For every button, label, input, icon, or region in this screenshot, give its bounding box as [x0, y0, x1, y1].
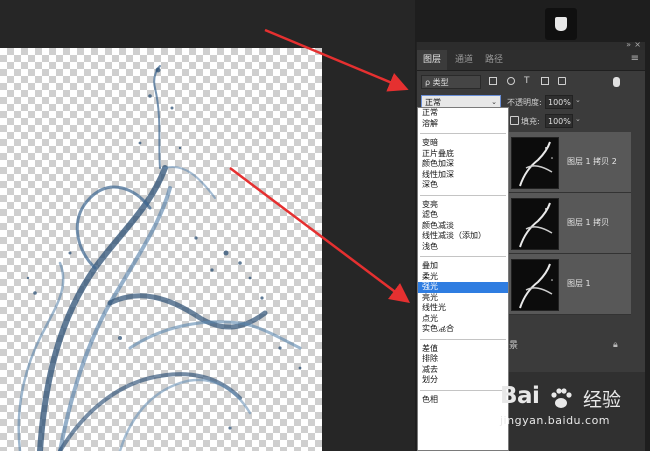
baidu-logo-suffix: 经验	[583, 389, 622, 411]
baidu-logo-text: Bai	[500, 383, 540, 409]
annotation-arrows	[229, 28, 410, 303]
arrow-to-blend-select	[264, 28, 409, 92]
arrow-to-hard-light	[229, 167, 410, 303]
watermark-url: jingyan.baidu.com	[500, 414, 611, 427]
baidu-paw-icon	[551, 388, 572, 408]
